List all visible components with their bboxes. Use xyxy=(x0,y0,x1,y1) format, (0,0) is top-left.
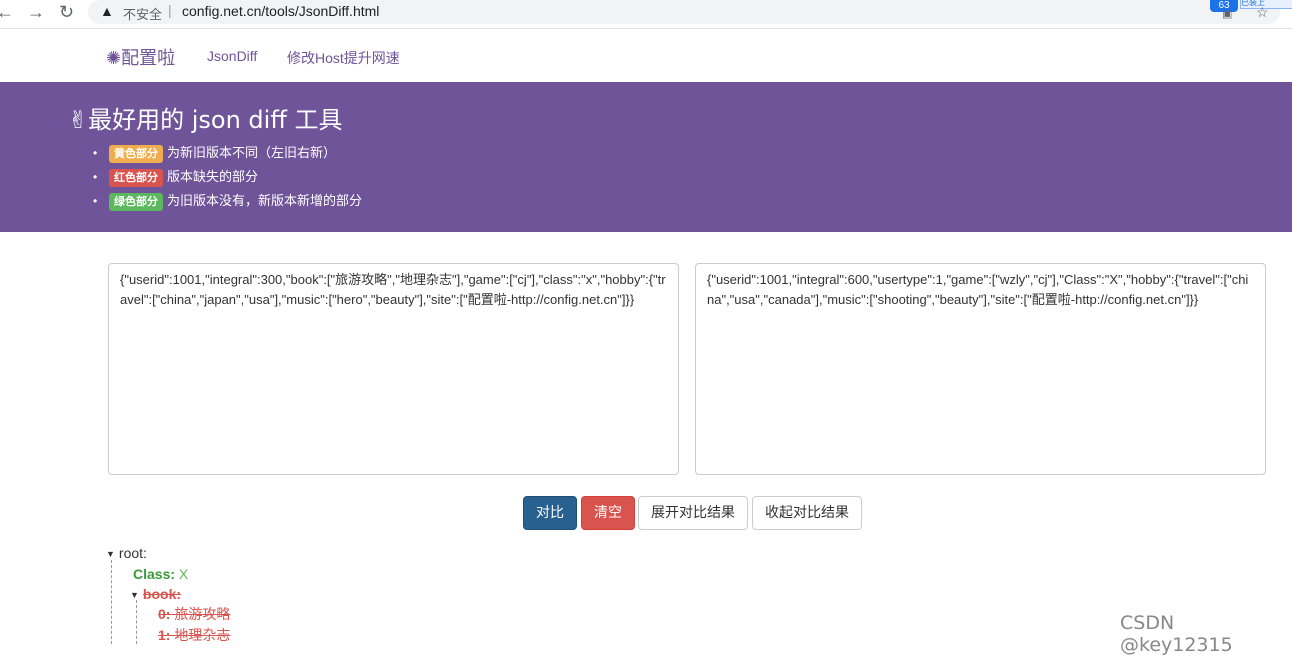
star-icon[interactable]: ☆ xyxy=(1256,4,1269,21)
tree-node-root[interactable]: ▼ root: xyxy=(106,543,147,563)
new-json-textarea[interactable]: {"userid":1001,"integral":600,"usertype"… xyxy=(695,263,1266,475)
tree-node-value: X xyxy=(178,566,189,582)
tree-guide-line xyxy=(111,560,112,644)
tree-node-key: book: xyxy=(142,586,182,602)
caret-down-icon[interactable]: ▼ xyxy=(130,585,139,605)
tree-guide-line xyxy=(136,600,137,644)
site-navbar: ✺配置啦 JsonDiff 修改Host提升网速 xyxy=(0,29,1292,82)
tree-node-label: root: xyxy=(118,545,147,561)
page-title: ✌最好用的 json diff 工具 xyxy=(68,106,343,134)
expand-results-button[interactable]: 展开对比结果 xyxy=(638,496,748,530)
color-legend: 黄色部分为新旧版本不同（左旧右新） 红色部分版本缺失的部分 绿色部分为旧版本没有… xyxy=(93,144,362,216)
qr-code-icon[interactable]: ▣ xyxy=(1222,7,1232,20)
tree-node-key: Class: xyxy=(133,566,176,582)
nav-link-jsondiff[interactable]: JsonDiff xyxy=(207,48,257,64)
green-badge: 绿色部分 xyxy=(109,193,163,211)
red-badge: 红色部分 xyxy=(109,169,163,187)
warning-icon[interactable]: ▲ xyxy=(100,3,114,19)
legend-text: 版本缺失的部分 xyxy=(167,169,259,184)
reload-icon[interactable]: ↻ xyxy=(59,2,74,22)
back-arrow-icon[interactable]: ← xyxy=(0,2,14,22)
tree-node-key: 0: xyxy=(158,606,171,622)
forward-arrow-icon[interactable]: → xyxy=(27,2,45,22)
diff-result-tree: ▼ root: Class: X ▼ book: 0: 旅游攻略 1: 地理杂志 xyxy=(0,540,1292,644)
collapse-results-button[interactable]: 收起对比结果 xyxy=(752,496,862,530)
legend-item-yellow: 黄色部分为新旧版本不同（左旧右新） xyxy=(93,144,362,168)
tree-node-book-item-removed: 0: 旅游攻略 xyxy=(158,604,230,624)
tree-node-book-removed[interactable]: ▼ book: xyxy=(130,584,181,604)
browser-toolbar: ← → ↻ ▲ 不安全 | config.net.cn/tools/JsonDi… xyxy=(0,0,1292,29)
compare-button[interactable]: 对比 xyxy=(523,496,577,530)
legend-item-green: 绿色部分为旧版本没有，新版本新增的部分 xyxy=(93,192,362,216)
tree-node-value: 地理杂志 xyxy=(174,627,231,643)
tree-node-key: 1: xyxy=(158,627,171,643)
nav-link-host[interactable]: 修改Host提升网速 xyxy=(287,48,400,68)
tree-node-class-added: Class: X xyxy=(133,564,188,584)
tree-node-value: 旅游攻略 xyxy=(174,606,231,622)
yellow-badge: 黄色部分 xyxy=(109,145,163,163)
tree-node-book-item-removed: 1: 地理杂志 xyxy=(158,625,230,645)
security-status[interactable]: 不安全 xyxy=(123,4,162,23)
brand-logo[interactable]: ✺配置啦 xyxy=(106,44,175,70)
url-text[interactable]: config.net.cn/tools/JsonDiff.html xyxy=(182,3,379,19)
legend-text: 为旧版本没有，新版本新增的部分 xyxy=(167,193,363,208)
watermark-text: CSDN @key12315 xyxy=(1120,612,1233,656)
address-separator: | xyxy=(168,2,172,18)
old-json-textarea[interactable]: {"userid":1001,"integral":300,"book":["旅… xyxy=(108,263,679,475)
legend-item-red: 红色部分版本缺失的部分 xyxy=(93,168,362,192)
caret-down-icon[interactable]: ▼ xyxy=(106,544,115,564)
clear-button[interactable]: 清空 xyxy=(581,496,635,530)
legend-text: 为新旧版本不同（左旧右新） xyxy=(167,145,337,160)
address-bar[interactable]: ▲ 不安全 | config.net.cn/tools/JsonDiff.htm… xyxy=(88,0,1280,24)
hero-banner: ✌最好用的 json diff 工具 黄色部分为新旧版本不同（左旧右新） 红色部… xyxy=(0,82,1292,232)
